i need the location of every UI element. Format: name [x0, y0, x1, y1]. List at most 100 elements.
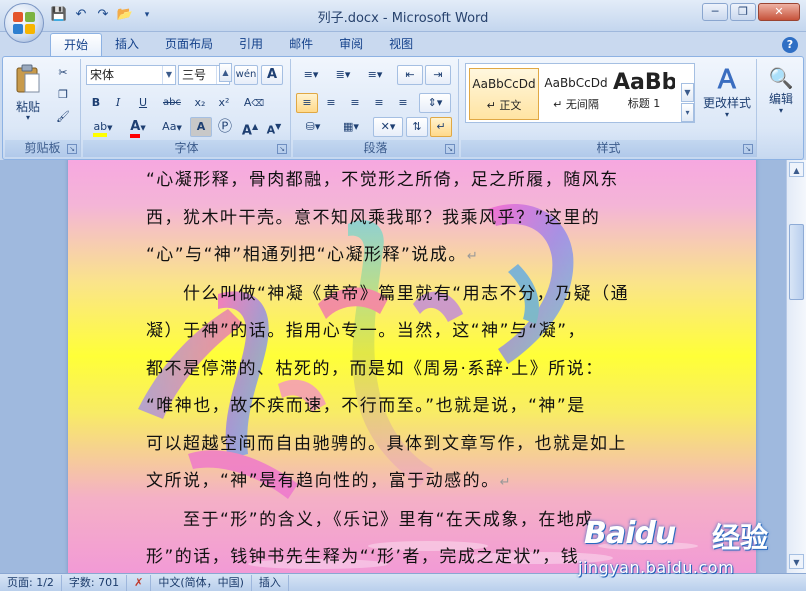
paste-icon: [16, 64, 40, 93]
justify-icon[interactable]: ≡: [368, 93, 390, 113]
style-heading-1[interactable]: AaBb 标题 1: [613, 68, 675, 120]
editing-button[interactable]: 🔍 编辑 ▾: [763, 63, 799, 125]
styles-scroll-down-icon[interactable]: ▼: [681, 83, 694, 102]
font-color-button[interactable]: A▼: [122, 117, 154, 138]
change-styles-button[interactable]: Ａ 更改样式 ▾: [699, 63, 755, 129]
tab-home[interactable]: 开始: [50, 33, 103, 57]
line-spacing-icon[interactable]: ⇕▾: [419, 93, 451, 113]
word-count[interactable]: 字数: 701: [62, 574, 128, 591]
tab-insert[interactable]: 插入: [102, 33, 152, 57]
shrink-font-button[interactable]: A▼: [263, 117, 285, 137]
numbering-icon[interactable]: ≣▾: [328, 65, 358, 85]
chevron-down-icon: ▼: [162, 66, 175, 84]
window-title: 列子.docx - Microsoft Word: [317, 11, 489, 26]
chevron-down-icon: ▾: [778, 106, 783, 115]
increase-indent-icon[interactable]: ⇥: [425, 65, 451, 85]
char-shading-button[interactable]: A: [190, 117, 212, 137]
font-launcher-icon[interactable]: ↘: [277, 144, 287, 154]
close-icon[interactable]: ✕: [758, 3, 800, 21]
style-preview: AaBbCcDd: [472, 77, 536, 91]
clear-format-button[interactable]: A⌫: [239, 93, 269, 113]
text-line: 都不是停滞的、枯死的，而是如《周易·系辞·上》所说：: [146, 358, 604, 379]
document-text[interactable]: “心凝形释，骨肉都融，不觉形之所倚，足之所履，随风东 西，犹木叶干壳。意不知风乘…: [146, 162, 644, 573]
distributed-icon[interactable]: ≡: [392, 93, 414, 113]
format-painter-icon[interactable]: 🖌: [53, 107, 73, 127]
font-name-combo[interactable]: 宋体 ▼: [86, 65, 176, 85]
tab-references[interactable]: 引用: [226, 33, 276, 57]
insert-mode[interactable]: 插入: [252, 574, 289, 591]
clipboard-launcher-icon[interactable]: ↘: [67, 144, 77, 154]
paragraph-mark: ↵: [499, 475, 513, 490]
tab-review[interactable]: 审阅: [326, 33, 376, 57]
style-preview: AaBbCcDd: [544, 76, 608, 90]
italic-button[interactable]: I: [108, 93, 128, 113]
align-left-icon[interactable]: ≡: [296, 93, 318, 113]
paragraph-launcher-icon[interactable]: ↘: [445, 144, 455, 154]
paragraph-group-label: 段落: [293, 140, 458, 157]
shading-icon[interactable]: ⛁▾: [296, 117, 330, 137]
tab-mailings[interactable]: 邮件: [276, 33, 326, 57]
bullets-icon[interactable]: ≡▾: [296, 65, 326, 85]
help-icon[interactable]: ?: [782, 37, 798, 53]
underline-button[interactable]: U: [130, 93, 156, 113]
strikethrough-button[interactable]: abc: [158, 93, 186, 113]
phonetic-guide-button[interactable]: wén: [234, 65, 258, 85]
char-border-button[interactable]: A: [261, 65, 283, 85]
page-indicator[interactable]: 页面: 1/2: [0, 574, 62, 591]
text-line: 西，犹木叶干壳。意不知风乘我耶？我乘风乎？”这里的: [146, 207, 601, 228]
text-line: 可以超越空间而自由驰骋的。具体到文章写作，也就是如上: [146, 433, 627, 454]
align-right-icon[interactable]: ≡: [344, 93, 366, 113]
multilevel-list-icon[interactable]: ≡▾: [360, 65, 390, 85]
office-button[interactable]: [4, 3, 44, 43]
watermark-brand-suffix: 经验: [712, 521, 769, 554]
copy-icon[interactable]: ❐: [53, 85, 73, 105]
restore-icon[interactable]: ❐: [730, 3, 756, 21]
change-styles-icon: Ａ: [713, 65, 740, 95]
chinese-layout-icon[interactable]: ✕▾: [373, 117, 403, 137]
text-line: 凝）于神”的话。指用心专一。当然，这“神”与“凝”，: [146, 321, 587, 341]
change-case-label: Aa: [162, 120, 177, 133]
watermark-brand: Baidu: [584, 516, 676, 551]
paste-button[interactable]: 粘贴 ▾: [11, 63, 45, 125]
editing-group: 🔍 编辑 ▾: [759, 59, 803, 157]
minimize-icon[interactable]: ─: [702, 3, 728, 21]
align-center-icon[interactable]: ≡: [320, 93, 342, 113]
superscript-button[interactable]: x²: [213, 93, 235, 113]
baidu-jingyan-watermark: Baidu 经验 jingyan.baidu.com: [578, 510, 804, 590]
styles-more-icon[interactable]: ▾: [681, 103, 694, 122]
styles-launcher-icon[interactable]: ↘: [743, 144, 753, 154]
scroll-up-icon[interactable]: ▲: [789, 162, 804, 177]
font-size-value: 三号: [182, 68, 207, 82]
tab-view[interactable]: 视图: [376, 33, 426, 57]
subscript-button[interactable]: x₂: [189, 93, 211, 113]
borders-icon[interactable]: ▦▾: [334, 117, 368, 137]
show-marks-icon[interactable]: ↵: [430, 117, 452, 137]
tab-page-layout[interactable]: 页面布局: [152, 33, 226, 57]
sort-icon[interactable]: ⇅: [406, 117, 428, 137]
decrease-indent-icon[interactable]: ⇤: [397, 65, 423, 85]
change-case-button[interactable]: Aa▼: [156, 117, 188, 137]
enclose-char-icon[interactable]: Ⓟ: [214, 117, 236, 137]
style-name: ↵ 无间隔: [553, 98, 599, 111]
bold-button[interactable]: B: [86, 93, 106, 113]
window-controls: ─ ❐ ✕: [702, 3, 800, 21]
language-indicator[interactable]: 中文(简体，中国): [151, 574, 252, 591]
change-styles-label: 更改样式: [702, 96, 751, 110]
quick-styles-gallery: AaBbCcDd ↵ 正文 AaBbCcDd ↵ 无间隔 AaBb 标题 1: [465, 63, 695, 123]
text-line: “心”与“神”相通列把“心凝形释”说成。↵: [146, 245, 480, 265]
styles-scroll-up-icon[interactable]: ▲: [219, 63, 232, 82]
chevron-down-icon: ▾: [724, 110, 729, 119]
styles-group-label: 样式: [461, 140, 756, 157]
highlight-button[interactable]: ab▼: [86, 117, 120, 137]
office-logo-icon: [13, 12, 35, 34]
scroll-thumb[interactable]: [789, 224, 804, 300]
grow-font-button[interactable]: A▲: [239, 117, 261, 138]
font-group-label: 字体: [83, 140, 290, 157]
style-normal[interactable]: AaBbCcDd ↵ 正文: [469, 68, 539, 120]
style-no-spacing[interactable]: AaBbCcDd ↵ 无间隔: [541, 68, 611, 120]
paragraph-mark: ↵: [466, 249, 480, 264]
proofing-icon[interactable]: ✗: [127, 574, 152, 591]
font-name-value: 宋体: [90, 68, 115, 82]
cut-icon[interactable]: ✂: [53, 63, 73, 83]
style-name: 标题 1: [627, 97, 661, 110]
